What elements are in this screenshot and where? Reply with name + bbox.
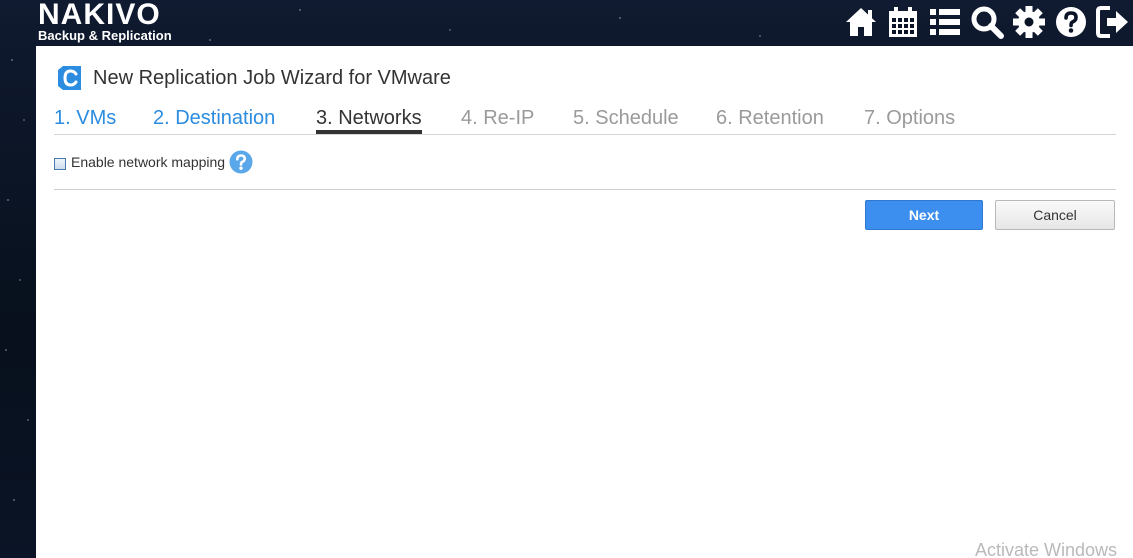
top-toolbar [843, 4, 1131, 40]
replication-icon [58, 66, 81, 90]
app-logo[interactable]: NAKIVO Backup & Replication [38, 0, 172, 43]
enable-network-mapping-checkbox[interactable] [54, 157, 66, 170]
step-retention: 6. Retention [716, 107, 824, 129]
step-re-ip: 4. Re-IP [461, 107, 535, 129]
network-mapping-row: Enable network mapping [54, 150, 253, 174]
step-options: 7. Options [864, 107, 956, 129]
top-bar: NAKIVO Backup & Replication [0, 0, 1133, 46]
enable-network-mapping-label[interactable]: Enable network mapping [71, 154, 225, 170]
logo-sub-text: Backup & Replication [38, 28, 172, 43]
calendar-icon[interactable] [885, 4, 921, 40]
logo-main-text: NAKIVO [38, 0, 161, 31]
section-divider [54, 189, 1116, 190]
logout-icon[interactable] [1095, 4, 1131, 40]
question-icon[interactable] [229, 150, 253, 174]
step-networks[interactable]: 3. Networks [316, 106, 422, 134]
home-icon[interactable] [843, 4, 879, 40]
search-icon[interactable] [969, 4, 1005, 40]
activate-windows-watermark: Activate Windows [975, 540, 1118, 558]
step-schedule: 5. Schedule [573, 107, 679, 129]
page-title: New Replication Job Wizard for VMware [93, 66, 451, 89]
step-vms[interactable]: 1. VMs [54, 106, 116, 130]
wizard-header: New Replication Job Wizard for VMware [54, 63, 451, 93]
gear-icon[interactable] [1011, 4, 1047, 40]
wizard-steps: 1. VMs 2. Destination 3. Networks 4. Re-… [54, 106, 1116, 135]
help-icon[interactable] [1053, 4, 1089, 40]
step-destination[interactable]: 2. Destination [153, 106, 275, 130]
cancel-button[interactable]: Cancel [995, 200, 1115, 230]
next-button[interactable]: Next [865, 200, 983, 230]
wizard-panel: New Replication Job Wizard for VMware 1.… [36, 46, 1133, 558]
list-icon[interactable] [927, 4, 963, 40]
